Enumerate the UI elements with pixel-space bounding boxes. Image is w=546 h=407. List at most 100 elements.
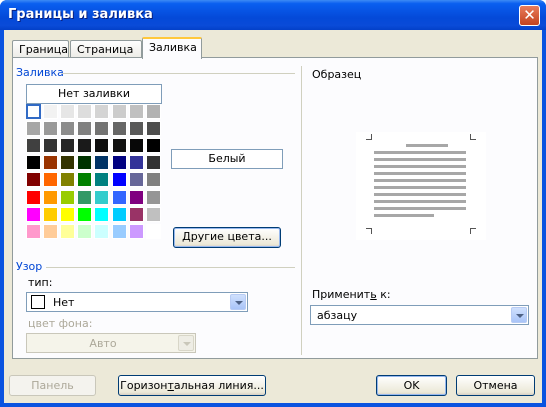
pattern-group-divider (46, 267, 295, 268)
color-swatch[interactable] (43, 172, 59, 188)
panel-button[interactable]: Панель (9, 375, 96, 396)
color-swatch[interactable] (145, 206, 161, 222)
color-swatch[interactable] (145, 155, 161, 171)
horizontal-line-text-b: альная линия... (173, 379, 264, 392)
color-swatch[interactable] (77, 138, 93, 154)
color-swatch[interactable] (111, 172, 127, 188)
color-swatch[interactable] (111, 223, 127, 239)
color-swatch[interactable] (77, 189, 93, 205)
pattern-bg-label: цвет фона: (28, 317, 93, 330)
color-swatch[interactable] (43, 104, 59, 119)
sample-preview (356, 132, 486, 240)
preview-text-line (406, 144, 448, 147)
color-swatch[interactable] (94, 155, 110, 171)
horizontal-line-button[interactable]: Горизонтальная линия... (118, 375, 266, 396)
color-swatch[interactable] (60, 155, 76, 171)
color-swatch[interactable] (94, 121, 110, 137)
color-swatch[interactable] (128, 206, 144, 222)
color-swatch[interactable] (128, 104, 144, 119)
color-swatch[interactable] (26, 138, 41, 154)
preview-text-line (374, 179, 466, 182)
color-swatch[interactable] (77, 121, 93, 137)
color-swatch[interactable] (94, 172, 110, 188)
color-swatch[interactable] (26, 155, 41, 171)
color-swatch[interactable] (60, 121, 76, 137)
tab-shading[interactable]: Заливка (142, 37, 202, 59)
cancel-button[interactable]: Отмена (456, 375, 535, 396)
color-swatch[interactable] (77, 172, 93, 188)
color-swatch[interactable] (111, 189, 127, 205)
color-swatch[interactable] (94, 223, 110, 239)
color-swatch[interactable] (145, 138, 161, 154)
preview-text-line (374, 186, 466, 189)
color-swatch[interactable] (94, 104, 110, 119)
apply-to-value: абзацу (317, 309, 358, 322)
color-swatch[interactable] (111, 155, 127, 171)
color-swatch[interactable] (60, 138, 76, 154)
color-swatch[interactable] (43, 121, 59, 137)
color-swatch[interactable] (145, 223, 161, 239)
pattern-type-combo[interactable]: Нет (26, 292, 248, 312)
apply-to-text-a: Применит (312, 288, 371, 301)
tab-page-border[interactable]: Страница (70, 40, 142, 58)
color-swatch[interactable] (111, 138, 127, 154)
color-swatch[interactable] (43, 155, 59, 171)
horizontal-line-text-a: Горизон (120, 379, 168, 392)
color-swatch[interactable] (43, 189, 59, 205)
color-swatch[interactable] (111, 206, 127, 222)
color-swatch[interactable] (26, 172, 41, 188)
color-swatch[interactable] (26, 223, 41, 239)
color-swatch[interactable] (26, 206, 41, 222)
color-swatch[interactable] (26, 104, 41, 119)
more-colors-mnemonic: Д (182, 230, 191, 243)
color-swatch[interactable] (77, 206, 93, 222)
color-swatch[interactable] (128, 189, 144, 205)
color-swatch[interactable] (77, 155, 93, 171)
color-swatch[interactable] (111, 121, 127, 137)
color-swatch[interactable] (128, 121, 144, 137)
color-swatch[interactable] (60, 223, 76, 239)
color-swatch[interactable] (128, 172, 144, 188)
dialog-window: Границы и заливка ✕ Граница Страница Зал… (0, 0, 546, 407)
color-swatch[interactable] (145, 189, 161, 205)
apply-to-combo[interactable]: абзацу (310, 305, 529, 325)
selected-color-name: Белый (171, 149, 283, 169)
color-swatch[interactable] (128, 138, 144, 154)
color-swatch[interactable] (145, 172, 161, 188)
color-swatch[interactable] (60, 104, 76, 119)
color-swatch[interactable] (77, 104, 93, 119)
tab-border[interactable]: Граница (12, 40, 69, 58)
color-swatch[interactable] (94, 138, 110, 154)
chevron-down-icon[interactable] (230, 294, 246, 310)
color-swatch[interactable] (43, 138, 59, 154)
color-swatch[interactable] (43, 206, 59, 222)
chevron-down-icon[interactable] (511, 307, 527, 323)
color-swatch[interactable] (145, 104, 161, 119)
color-swatch[interactable] (60, 189, 76, 205)
color-swatch[interactable] (60, 172, 76, 188)
color-swatch[interactable] (77, 223, 93, 239)
color-swatch[interactable] (111, 104, 127, 119)
color-swatch[interactable] (128, 223, 144, 239)
color-swatch[interactable] (26, 189, 41, 205)
color-swatch[interactable] (60, 206, 76, 222)
pattern-swatch (31, 295, 45, 309)
sample-label: Образец (312, 68, 362, 81)
ok-button[interactable]: OK (376, 375, 447, 396)
color-swatch[interactable] (145, 121, 161, 137)
color-swatch[interactable] (43, 223, 59, 239)
fill-group-divider (62, 73, 295, 74)
title-bar[interactable]: Границы и заливка ✕ (0, 0, 546, 30)
close-button[interactable]: ✕ (519, 5, 540, 26)
pattern-type-value: Нет (53, 296, 75, 309)
pattern-bg-value: Авто (89, 337, 117, 350)
color-swatch[interactable] (128, 155, 144, 171)
more-colors-button[interactable]: Другие цвета... (173, 227, 281, 248)
color-swatch[interactable] (94, 206, 110, 222)
color-swatch[interactable] (26, 121, 41, 137)
preview-text-line (374, 172, 466, 175)
color-swatch[interactable] (94, 189, 110, 205)
no-fill-button[interactable]: Нет заливки (26, 84, 162, 104)
preview-text-line (374, 158, 466, 161)
preview-corner-mark (470, 228, 476, 234)
